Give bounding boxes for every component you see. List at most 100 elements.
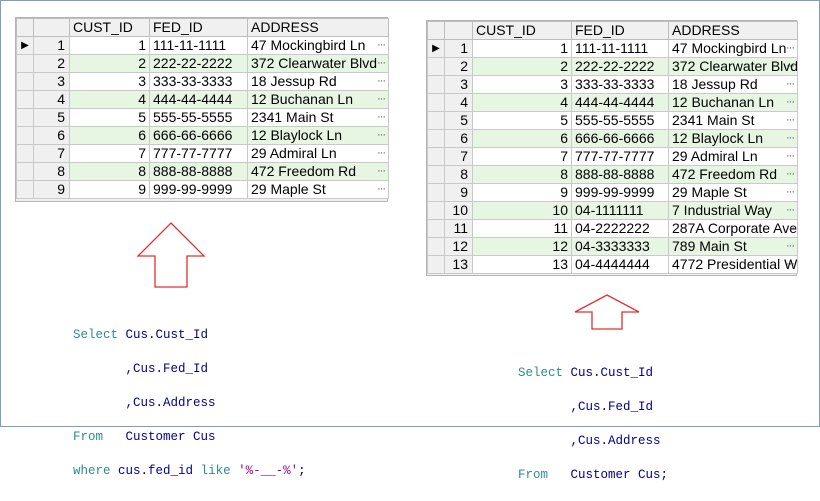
table-row[interactable]: 12 12 04-3333333 789 Main St ··· <box>427 237 798 256</box>
cell-ellipsis-button[interactable]: ··· <box>786 41 795 57</box>
cell-fed-id[interactable]: 04-2222222 <box>571 219 669 238</box>
row-selector[interactable] <box>427 201 445 220</box>
column-header-fed-id[interactable]: FED_ID <box>149 18 248 37</box>
table-row[interactable]: 5 5 555-55-5555 2341 Main St ··· <box>16 108 389 127</box>
cell-address[interactable]: 12 Blaylock Ln ··· <box>668 129 798 148</box>
table-row[interactable]: 10 10 04-1111111 7 Industrial Way ··· <box>427 201 798 220</box>
table-row[interactable]: 6 6 666-66-6666 12 Blaylock Ln ··· <box>16 126 389 145</box>
table-row[interactable]: 2 2 222-22-2222 372 Clearwater Blvd ··· <box>427 57 798 76</box>
table-row[interactable]: 6 6 666-66-6666 12 Blaylock Ln ··· <box>427 129 798 148</box>
table-row[interactable]: 8 8 888-88-8888 472 Freedom Rd ··· <box>16 162 389 181</box>
table-row[interactable]: 131304-44444444772 Presidential Way··· <box>427 255 798 274</box>
cell-address[interactable]: 47 Mockingbird Ln ··· <box>247 36 389 55</box>
row-selector[interactable] <box>427 255 445 274</box>
cell-ellipsis-button[interactable]: ··· <box>786 185 795 201</box>
column-header-address[interactable]: ADDRESS <box>668 21 798 40</box>
cell-cust-id[interactable]: 12 <box>472 237 572 256</box>
row-selector[interactable] <box>16 162 34 181</box>
cell-ellipsis-button[interactable]: ··· <box>786 131 795 147</box>
cell-cust-id[interactable]: 3 <box>472 75 572 94</box>
row-selector[interactable] <box>427 147 445 166</box>
table-row[interactable]: 3 3 333-33-3333 18 Jessup Rd ··· <box>427 75 798 94</box>
cell-fed-id[interactable]: 999-99-9999 <box>149 180 248 199</box>
cell-address[interactable]: 29 Maple St ··· <box>247 180 389 199</box>
cell-cust-id[interactable]: 6 <box>69 126 150 145</box>
cell-cust-id[interactable]: 1 <box>472 39 572 58</box>
row-selector[interactable] <box>16 108 34 127</box>
cell-fed-id[interactable]: 999-99-9999 <box>571 183 669 202</box>
cell-ellipsis-button[interactable]: ··· <box>377 110 386 126</box>
cell-address[interactable]: 18 Jessup Rd ··· <box>247 72 389 91</box>
cell-fed-id[interactable]: 222-22-2222 <box>149 54 248 73</box>
cell-fed-id[interactable]: 666-66-6666 <box>149 126 248 145</box>
cell-fed-id[interactable]: 333-33-3333 <box>149 72 248 91</box>
cell-fed-id[interactable]: 111-11-1111 <box>571 39 669 58</box>
cell-fed-id[interactable]: 444-44-4444 <box>149 90 248 109</box>
table-row[interactable]: 9 9 999-99-9999 29 Maple St ··· <box>427 183 798 202</box>
cell-cust-id[interactable]: 10 <box>472 201 572 220</box>
row-selector[interactable] <box>427 183 445 202</box>
cell-cust-id[interactable]: 9 <box>472 183 572 202</box>
cell-fed-id[interactable]: 555-55-5555 <box>571 111 669 130</box>
column-header-fed-id[interactable]: FED_ID <box>571 21 669 40</box>
cell-cust-id[interactable]: 1 <box>69 36 150 55</box>
cell-ellipsis-button[interactable]: ··· <box>786 149 795 165</box>
table-row[interactable]: 4 4 444-44-4444 12 Buchanan Ln ··· <box>427 93 798 112</box>
cell-ellipsis-button[interactable]: ··· <box>786 167 795 183</box>
cell-fed-id[interactable]: 666-66-6666 <box>571 129 669 148</box>
cell-fed-id[interactable]: 04-1111111 <box>571 201 669 220</box>
cell-cust-id[interactable]: 5 <box>472 111 572 130</box>
cell-address[interactable]: 287A Corporate Ave ··· <box>668 219 798 238</box>
cell-address[interactable]: 372 Clearwater Blvd ··· <box>247 54 389 73</box>
row-selector[interactable] <box>427 165 445 184</box>
cell-ellipsis-button[interactable]: ··· <box>377 74 386 90</box>
cell-address[interactable]: 7 Industrial Way ··· <box>668 201 798 220</box>
cell-address[interactable]: 12 Buchanan Ln ··· <box>247 90 389 109</box>
table-row[interactable]: ▶ 1 1 111-11-1111 47 Mockingbird Ln ··· <box>427 39 798 58</box>
cell-address[interactable]: 2341 Main St ··· <box>247 108 389 127</box>
cell-address[interactable]: 12 Blaylock Ln ··· <box>247 126 389 145</box>
row-selector[interactable] <box>16 72 34 91</box>
row-selector[interactable] <box>427 237 445 256</box>
cell-ellipsis-button[interactable]: ··· <box>377 38 386 54</box>
cell-address[interactable]: 18 Jessup Rd ··· <box>668 75 798 94</box>
column-header-address[interactable]: ADDRESS <box>247 18 389 37</box>
table-row[interactable]: 3 3 333-33-3333 18 Jessup Rd ··· <box>16 72 389 91</box>
cell-fed-id[interactable]: 777-77-7777 <box>571 147 669 166</box>
row-selector[interactable] <box>427 111 445 130</box>
cell-cust-id[interactable]: 9 <box>69 180 150 199</box>
cell-fed-id[interactable]: 555-55-5555 <box>149 108 248 127</box>
cell-address[interactable]: 47 Mockingbird Ln ··· <box>668 39 798 58</box>
row-pointer-icon[interactable]: ▶ <box>16 36 34 55</box>
cell-cust-id[interactable]: 11 <box>472 219 572 238</box>
table-row[interactable]: 8 8 888-88-8888 472 Freedom Rd ··· <box>427 165 798 184</box>
cell-cust-id[interactable]: 4 <box>69 90 150 109</box>
cell-ellipsis-button[interactable]: ··· <box>786 59 795 75</box>
row-selector[interactable] <box>16 126 34 145</box>
cell-ellipsis-button[interactable]: ··· <box>786 257 795 273</box>
cell-ellipsis-button[interactable]: ··· <box>377 128 386 144</box>
cell-cust-id[interactable]: 5 <box>69 108 150 127</box>
table-row[interactable]: 7 7 777-77-7777 29 Admiral Ln ··· <box>427 147 798 166</box>
cell-ellipsis-button[interactable]: ··· <box>377 146 386 162</box>
row-selector[interactable] <box>16 144 34 163</box>
table-row[interactable]: 9 9 999-99-9999 29 Maple St ··· <box>16 180 389 199</box>
cell-ellipsis-button[interactable]: ··· <box>786 95 795 111</box>
cell-ellipsis-button[interactable]: ··· <box>786 113 795 129</box>
cell-ellipsis-button[interactable]: ··· <box>377 182 386 198</box>
row-selector[interactable] <box>16 90 34 109</box>
cell-ellipsis-button[interactable]: ··· <box>377 92 386 108</box>
cell-fed-id[interactable]: 888-88-8888 <box>149 162 248 181</box>
cell-address[interactable]: 4772 Presidential Way··· <box>668 255 798 274</box>
cell-ellipsis-button[interactable]: ··· <box>786 203 795 219</box>
cell-cust-id[interactable]: 3 <box>69 72 150 91</box>
cell-cust-id[interactable]: 8 <box>69 162 150 181</box>
cell-cust-id[interactable]: 8 <box>472 165 572 184</box>
cell-cust-id[interactable]: 7 <box>69 144 150 163</box>
row-selector[interactable] <box>427 219 445 238</box>
row-selector[interactable] <box>427 57 445 76</box>
row-selector[interactable] <box>427 75 445 94</box>
cell-cust-id[interactable]: 13 <box>472 255 572 274</box>
cell-cust-id[interactable]: 2 <box>69 54 150 73</box>
cell-ellipsis-button[interactable]: ··· <box>786 221 795 237</box>
